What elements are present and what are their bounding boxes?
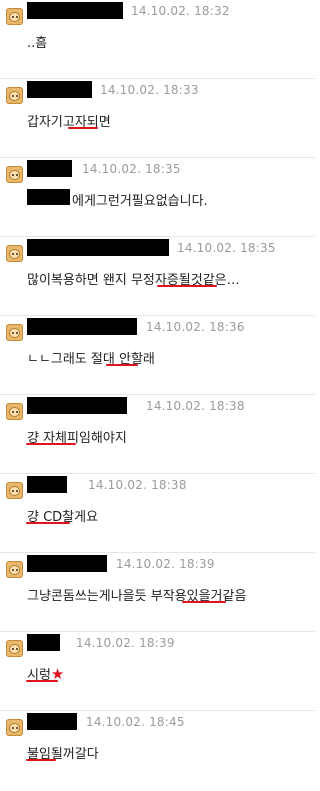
user-avatar-icon[interactable] [6, 166, 23, 183]
underline-mark [106, 364, 138, 366]
user-avatar-icon[interactable] [6, 719, 23, 736]
timestamp: 14.10.02. 18:35 [82, 162, 181, 176]
timestamp: 14.10.02. 18:36 [146, 320, 245, 334]
user-avatar-icon[interactable] [6, 640, 23, 657]
redacted-username [27, 634, 60, 651]
underline-mark [26, 522, 70, 524]
underline-mark [26, 759, 56, 761]
comment-item: 14.10.02. 18:32 ..흠 [0, 0, 315, 80]
user-avatar-icon[interactable] [6, 87, 23, 104]
timestamp: 14.10.02. 18:39 [116, 557, 215, 571]
comment-item: 14.10.02. 18:38 걍 자체피임해야지 [0, 395, 315, 475]
underline-mark [26, 443, 76, 445]
redacted-username [27, 555, 107, 572]
comment-item: 14.10.02. 18:38 걍 CD찰게요 [0, 474, 315, 554]
redacted-username [27, 81, 92, 98]
underline-mark [68, 127, 98, 129]
redacted-username [27, 476, 67, 493]
redacted-username [27, 318, 137, 335]
user-avatar-icon[interactable] [6, 561, 23, 578]
timestamp: 14.10.02. 18:35 [177, 241, 276, 255]
comment-text: ..흠 [27, 36, 48, 51]
comment-item: 14.10.02. 18:39 시렁★ [0, 632, 315, 712]
comment-item: 14.10.02. 18:35 에게그런거필요없습니다. [0, 158, 315, 238]
redacted-username [27, 239, 169, 256]
timestamp: 14.10.02. 18:38 [88, 478, 187, 492]
redacted-username [27, 397, 127, 414]
comment-item: 14.10.02. 18:45 불임될꺼갈다 [0, 711, 315, 791]
user-avatar-icon[interactable] [6, 8, 23, 25]
comment-text: 에게그런거필요없습니다. [72, 194, 208, 209]
timestamp: 14.10.02. 18:45 [86, 715, 185, 729]
redacted-username [27, 160, 72, 177]
comment-item: 14.10.02. 18:36 ㄴㄴ그래도 절대 안할래 [0, 316, 315, 396]
timestamp: 14.10.02. 18:32 [131, 4, 230, 18]
comment-item: 14.10.02. 18:35 많이복용하면 왠지 무정자증될것같은… [0, 237, 315, 317]
comment-item: 14.10.02. 18:39 그냥콘돔쓰는게나을듯 부작용있을거같음 [0, 553, 315, 633]
user-avatar-icon[interactable] [6, 403, 23, 420]
timestamp: 14.10.02. 18:38 [146, 399, 245, 413]
redacted-username [27, 713, 77, 730]
timestamp: 14.10.02. 18:39 [76, 636, 175, 650]
comment-item: 14.10.02. 18:33 갑자기고자되면 [0, 79, 315, 159]
underline-mark [182, 601, 226, 603]
user-avatar-icon[interactable] [6, 245, 23, 262]
user-avatar-icon[interactable] [6, 482, 23, 499]
underline-mark [26, 680, 58, 682]
redacted-username [27, 2, 123, 19]
redacted-mention [27, 189, 70, 205]
underline-mark [157, 285, 217, 287]
user-avatar-icon[interactable] [6, 324, 23, 341]
timestamp: 14.10.02. 18:33 [100, 83, 199, 97]
